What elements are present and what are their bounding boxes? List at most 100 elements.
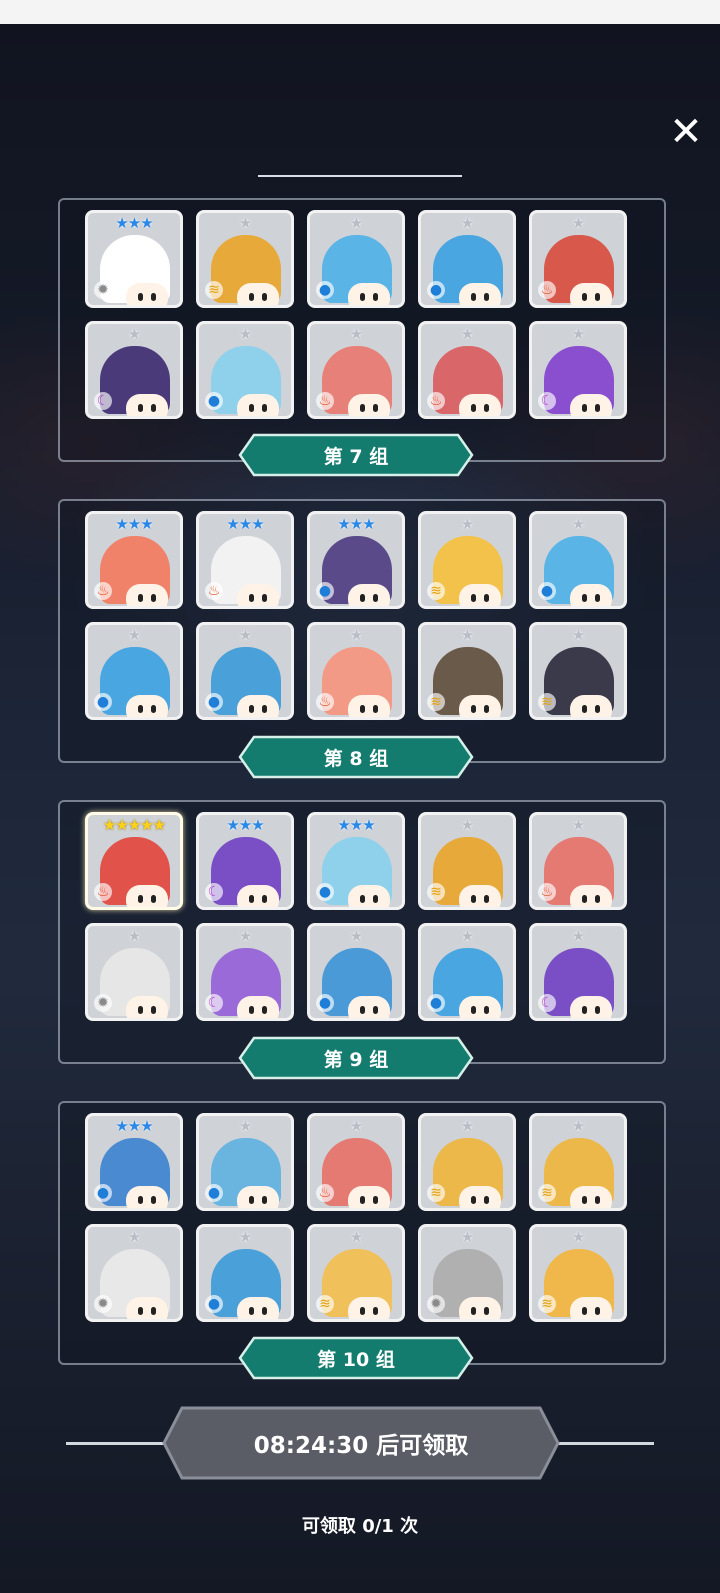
unit-card[interactable]: ★ ●	[418, 923, 516, 1021]
unit-card[interactable]: ★★★ ☾	[196, 812, 294, 910]
star-rating: ★	[571, 816, 585, 834]
unit-card[interactable]: ★ ✹	[418, 1224, 516, 1322]
unit-face	[126, 283, 168, 305]
unit-eye	[582, 293, 587, 301]
fire-element-icon: ♨	[538, 883, 556, 901]
unit-card[interactable]: ★ ☾	[529, 321, 627, 419]
unit-card[interactable]: ★★★ ✹	[85, 210, 183, 308]
unit-card[interactable]: ★ ≋	[529, 1224, 627, 1322]
unit-eye	[249, 705, 254, 713]
unit-eye	[595, 293, 600, 301]
light-element-icon: ✹	[94, 994, 112, 1012]
unit-card[interactable]: ★★★ ♨	[85, 511, 183, 609]
dark-element-icon: ☾	[205, 994, 223, 1012]
unit-card[interactable]: ★ ☾	[529, 923, 627, 1021]
unit-eye	[484, 293, 489, 301]
fire-element-icon: ♨	[205, 582, 223, 600]
unit-card[interactable]: ★★★ ●	[307, 511, 405, 609]
star-rating: ★	[349, 927, 363, 945]
unit-eye	[484, 1006, 489, 1014]
star-rating: ★	[460, 515, 474, 533]
unit-face	[570, 584, 612, 606]
star-rating: ★	[571, 1117, 585, 1135]
star-rating: ★	[571, 325, 585, 343]
unit-eye	[249, 594, 254, 602]
star-rating: ★	[349, 325, 363, 343]
unit-card[interactable]: ★ ♨	[307, 321, 405, 419]
unit-face	[237, 584, 279, 606]
star-rating: ★	[238, 1117, 252, 1135]
unit-card[interactable]: ★ ●	[85, 622, 183, 720]
dark-element-icon: ☾	[538, 994, 556, 1012]
unit-card[interactable]: ★★★ ●	[307, 812, 405, 910]
wind-element-icon: ≋	[427, 582, 445, 600]
star-rating: ★	[238, 1228, 252, 1246]
unit-card[interactable]: ★ ≋	[529, 1113, 627, 1211]
unit-card[interactable]: ★ ✹	[85, 923, 183, 1021]
water-element-icon: ●	[316, 281, 334, 299]
unit-card[interactable]: ★ ♨	[307, 622, 405, 720]
unit-eye	[595, 594, 600, 602]
unit-card[interactable]: ★★★ ●	[85, 1113, 183, 1211]
unit-card[interactable]: ★ ≋	[196, 210, 294, 308]
unit-card[interactable]: ★ ≋	[418, 812, 516, 910]
unit-group: ★★★ ✹ ★ ≋ ★ ● ★ ● ★ ♨ ★ ☾ ★ ● ★ ♨ ★ ♨ ★ ☾	[58, 198, 666, 462]
star-rating: ★★★	[337, 515, 375, 533]
star-rating: ★	[571, 1228, 585, 1246]
fire-element-icon: ♨	[94, 582, 112, 600]
unit-card[interactable]: ★ ●	[196, 1224, 294, 1322]
unit-card[interactable]: ★ ≋	[418, 1113, 516, 1211]
unit-eye	[582, 594, 587, 602]
unit-face	[570, 394, 612, 416]
unit-eye	[249, 1006, 254, 1014]
unit-eye	[373, 1006, 378, 1014]
unit-card[interactable]: ★ ☾	[85, 321, 183, 419]
unit-card[interactable]: ★ ≋	[418, 622, 516, 720]
unit-card[interactable]: ★ ≋	[418, 511, 516, 609]
unit-card[interactable]: ★ ♨	[307, 1113, 405, 1211]
unit-card[interactable]: ★ ≋	[307, 1224, 405, 1322]
water-element-icon: ●	[205, 392, 223, 410]
star-rating: ★★★	[226, 816, 264, 834]
unit-face	[570, 885, 612, 907]
water-element-icon: ●	[538, 582, 556, 600]
unit-card[interactable]: ★ ♨	[529, 812, 627, 910]
group-banner: 第 9 组	[238, 1036, 474, 1080]
wind-element-icon: ≋	[538, 1295, 556, 1313]
unit-face	[126, 584, 168, 606]
unit-card[interactable]: ★ ✹	[85, 1224, 183, 1322]
unit-card[interactable]: ★★★★★ ♨	[85, 812, 183, 910]
unit-eye	[582, 705, 587, 713]
close-icon[interactable]: ✕	[664, 110, 708, 154]
unit-card[interactable]: ★ ●	[307, 923, 405, 1021]
unit-eye	[138, 705, 143, 713]
unit-card[interactable]: ★ ●	[196, 321, 294, 419]
wind-element-icon: ≋	[205, 281, 223, 299]
star-rating: ★	[571, 927, 585, 945]
unit-card[interactable]: ★ ●	[307, 210, 405, 308]
unit-card[interactable]: ★ ♨	[418, 321, 516, 419]
unit-eye	[249, 1307, 254, 1315]
unit-card[interactable]: ★ ●	[196, 622, 294, 720]
light-element-icon: ✹	[427, 1295, 445, 1313]
dark-element-icon: ☾	[205, 883, 223, 901]
star-rating: ★	[127, 927, 141, 945]
group-banner: 第 8 组	[238, 735, 474, 779]
group-label: 第 8 组	[323, 747, 389, 770]
unit-eye	[138, 895, 143, 903]
unit-card[interactable]: ★ ●	[529, 511, 627, 609]
unit-card[interactable]: ★ ☾	[196, 923, 294, 1021]
unit-card[interactable]: ★ ♨	[529, 210, 627, 308]
star-rating: ★	[127, 1228, 141, 1246]
wind-element-icon: ≋	[316, 1295, 334, 1313]
unit-face	[348, 584, 390, 606]
fire-element-icon: ♨	[94, 883, 112, 901]
unit-card[interactable]: ★ ●	[196, 1113, 294, 1211]
unit-card[interactable]: ★ ≋	[529, 622, 627, 720]
star-rating: ★★★	[115, 214, 153, 232]
claim-button[interactable]: 08:24:30 后可领取	[162, 1406, 560, 1480]
unit-card[interactable]: ★★★ ♨	[196, 511, 294, 609]
unit-eye	[262, 705, 267, 713]
unit-eye	[360, 895, 365, 903]
unit-card[interactable]: ★ ●	[418, 210, 516, 308]
